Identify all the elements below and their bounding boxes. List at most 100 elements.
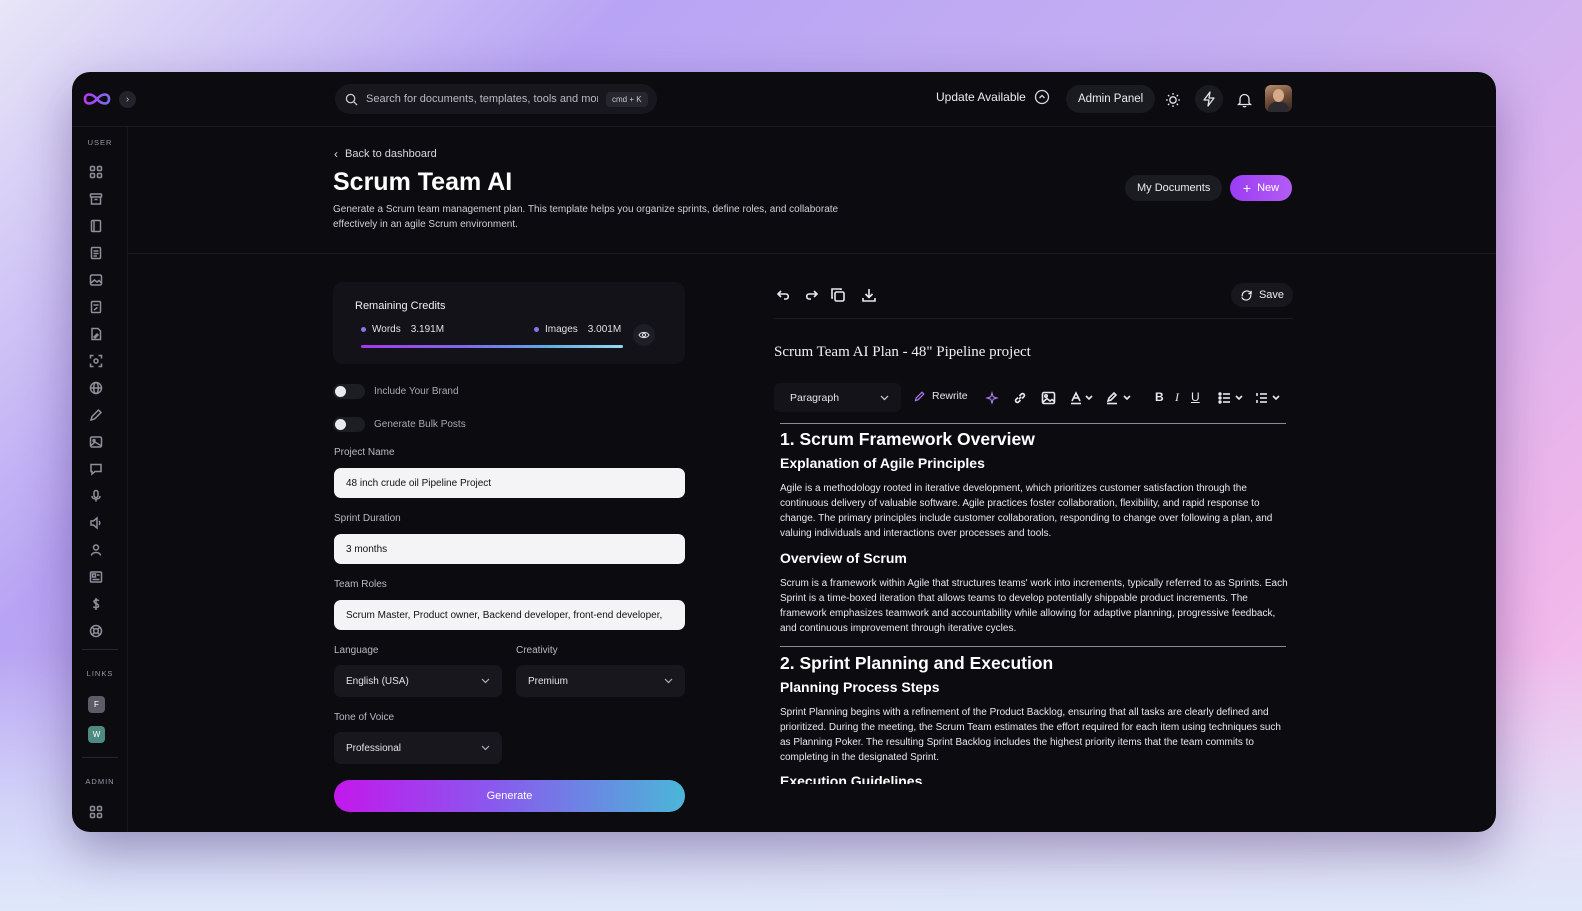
- words-credits: Words 3.191M: [361, 324, 444, 335]
- sidebar-expand-button[interactable]: ›: [119, 91, 136, 108]
- globe-icon[interactable]: [89, 381, 103, 395]
- text-color-icon: [1071, 391, 1093, 405]
- theme-toggle-button[interactable]: [1162, 89, 1184, 111]
- creativity-select[interactable]: Premium: [516, 665, 685, 697]
- plus-icon: +: [1242, 180, 1252, 196]
- text-color-button[interactable]: [1070, 390, 1094, 406]
- underline-button[interactable]: U: [1191, 390, 1200, 404]
- editor-content[interactable]: 1. Scrum Framework Overview Explanation …: [772, 422, 1302, 784]
- bulk-posts-toggle[interactable]: [333, 417, 365, 432]
- copy-button[interactable]: [830, 287, 848, 305]
- update-available-button[interactable]: Update Available: [936, 89, 1050, 105]
- search-icon: [345, 93, 358, 106]
- page-header: ‹ Back to dashboard Scrum Team AI Genera…: [128, 127, 1496, 254]
- undo-button[interactable]: [776, 287, 794, 305]
- image-icon[interactable]: [89, 273, 103, 287]
- language-select[interactable]: English (USA): [334, 665, 502, 697]
- chevron-down-icon: [481, 745, 490, 751]
- bullet-list-button[interactable]: [1218, 390, 1244, 406]
- redo-button[interactable]: [803, 287, 821, 305]
- my-documents-button[interactable]: My Documents: [1125, 175, 1223, 201]
- subsection-heading: Execution Guidelines: [780, 773, 923, 784]
- team-roles-input[interactable]: [334, 600, 685, 630]
- magic-pen-icon: [914, 391, 925, 402]
- file-pen-icon[interactable]: [89, 327, 103, 341]
- save-button[interactable]: Save: [1231, 283, 1293, 307]
- section-divider: [780, 423, 1286, 424]
- new-label: New: [1257, 182, 1280, 194]
- new-button[interactable]: + New: [1230, 175, 1292, 201]
- sun-icon: [1166, 93, 1180, 107]
- italic-button[interactable]: I: [1175, 390, 1179, 405]
- scan-icon[interactable]: [89, 354, 103, 368]
- toggle-credits-visibility-button[interactable]: [633, 324, 655, 346]
- ai-sparkle-button[interactable]: [985, 390, 999, 406]
- speaker-icon[interactable]: [89, 516, 103, 530]
- highlight-button[interactable]: [1106, 390, 1132, 406]
- images-dot: [534, 327, 539, 332]
- document-title[interactable]: Scrum Team AI Plan - 48" Pipeline projec…: [774, 344, 1031, 361]
- insert-image-button[interactable]: [1041, 390, 1056, 406]
- download-button[interactable]: [861, 287, 879, 305]
- team-roles-label: Team Roles: [334, 579, 387, 590]
- rewrite-button[interactable]: Rewrite: [914, 390, 968, 402]
- app-window: › cmd + K Update Available Admin Panel U…: [72, 72, 1496, 832]
- user-icon[interactable]: [89, 543, 103, 557]
- chevron-down-icon: [664, 678, 673, 684]
- newspaper-icon[interactable]: [89, 570, 103, 584]
- admin-panel-button[interactable]: Admin Panel: [1066, 85, 1156, 113]
- back-to-dashboard-link[interactable]: ‹ Back to dashboard: [334, 147, 437, 161]
- sidebar-section-admin: ADMIN: [85, 777, 115, 786]
- search-bar[interactable]: cmd + K: [335, 84, 657, 114]
- update-label: Update Available: [936, 90, 1026, 104]
- generate-button[interactable]: Generate: [334, 780, 685, 812]
- words-label: Words: [372, 324, 401, 335]
- document-icon[interactable]: [89, 246, 103, 260]
- redo-icon: [805, 290, 819, 300]
- pen-icon[interactable]: [89, 408, 103, 422]
- top-bar: › cmd + K Update Available Admin Panel: [72, 72, 1496, 127]
- subsection-heading: Overview of Scrum: [780, 550, 907, 566]
- link-w-badge[interactable]: W: [88, 726, 105, 743]
- notifications-button[interactable]: [1233, 89, 1255, 111]
- gallery-icon[interactable]: [89, 435, 103, 449]
- download-icon: [862, 289, 876, 302]
- paragraph: Agile is a methodology rooted in iterati…: [780, 483, 1273, 539]
- chevron-right-icon: ›: [125, 94, 130, 105]
- section-heading: 2. Sprint Planning and Execution: [780, 653, 1054, 673]
- search-input[interactable]: [366, 93, 598, 105]
- include-brand-toggle[interactable]: [333, 384, 365, 399]
- lightning-button[interactable]: [1195, 85, 1223, 113]
- link-f-badge[interactable]: F: [88, 696, 105, 713]
- tone-select[interactable]: Professional: [334, 732, 502, 764]
- dashboard-icon[interactable]: [89, 165, 103, 179]
- images-credits: Images 3.001M: [534, 324, 621, 335]
- images-label: Images: [545, 324, 578, 335]
- user-avatar[interactable]: [1265, 85, 1292, 112]
- include-brand-label: Include Your Brand: [374, 386, 459, 397]
- microphone-icon[interactable]: [89, 489, 103, 503]
- chevron-down-icon: [880, 395, 889, 400]
- project-name-input[interactable]: [334, 468, 685, 498]
- search-shortcut-badge: cmd + K: [606, 91, 648, 107]
- creativity-value: Premium: [528, 675, 569, 687]
- book-icon[interactable]: [89, 219, 103, 233]
- chevron-down-icon: [481, 678, 490, 684]
- bold-button[interactable]: B: [1155, 390, 1164, 404]
- bulk-posts-row: Generate Bulk Posts: [333, 417, 466, 432]
- lightning-icon: [1203, 91, 1215, 107]
- support-icon[interactable]: [89, 624, 103, 638]
- archive-icon[interactable]: [89, 192, 103, 206]
- dollar-icon[interactable]: [89, 597, 103, 611]
- sidebar: USER LINKS F W ADMIN: [72, 127, 128, 832]
- document-edit-icon[interactable]: [89, 300, 103, 314]
- chat-icon[interactable]: [89, 462, 103, 476]
- copy-icon: [831, 288, 845, 302]
- admin-dashboard-icon[interactable]: [89, 805, 103, 819]
- project-name-label: Project Name: [334, 447, 395, 458]
- link-button[interactable]: [1013, 390, 1027, 406]
- paragraph-style-select[interactable]: Paragraph: [774, 383, 901, 412]
- logo-icon[interactable]: [82, 88, 112, 110]
- numbered-list-button[interactable]: [1255, 390, 1281, 406]
- sprint-duration-input[interactable]: [334, 534, 685, 564]
